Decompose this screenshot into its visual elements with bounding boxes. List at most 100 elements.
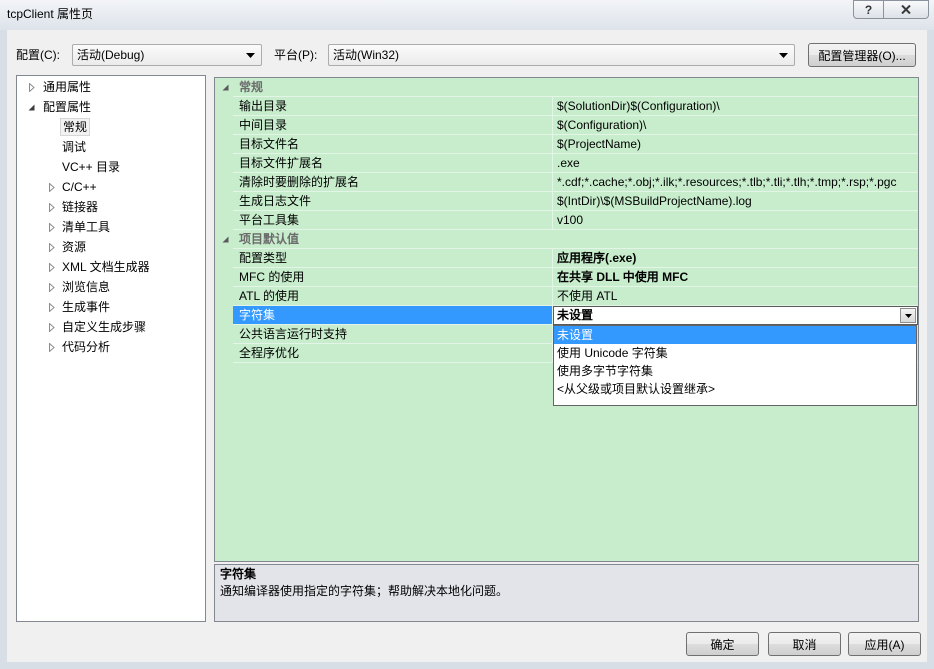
property-value[interactable]: 不使用 ATL <box>553 287 918 306</box>
dropdown-option[interactable]: <从父级或项目默认设置继承> <box>554 380 916 398</box>
category-general[interactable]: 常规 <box>215 78 918 97</box>
help-button[interactable]: ? <box>853 0 884 19</box>
charset-value-editor[interactable]: 未设置 <box>553 306 918 325</box>
property-grid[interactable]: 常规 输出目录 $(SolutionDir)$(Configuration)\ … <box>214 77 919 562</box>
property-name[interactable]: 清除时要删除的扩展名 <box>233 173 553 192</box>
tree-item-resources[interactable]: 资源 <box>17 237 205 257</box>
property-name[interactable]: 生成日志文件 <box>233 192 553 211</box>
row-gutter <box>215 154 233 173</box>
cancel-button[interactable]: 取消 <box>768 632 841 656</box>
tree-item-code-analysis[interactable]: 代码分析 <box>17 337 205 357</box>
prop-row-platform-toolset[interactable]: 平台工具集 v100 <box>215 211 918 230</box>
property-tree[interactable]: 通用属性 配置属性 常规 调试 VC++ 目录 C/C++ 链接器 清单工具 资… <box>16 75 206 622</box>
tree-item-debugging[interactable]: 调试 <box>17 137 205 157</box>
property-value[interactable]: $(IntDir)\$(MSBuildProjectName).log <box>553 192 918 211</box>
property-name[interactable]: MFC 的使用 <box>233 268 553 287</box>
property-name[interactable]: 字符集 <box>233 306 553 325</box>
dropdown-option[interactable]: 未设置 <box>554 326 916 344</box>
row-gutter <box>215 249 233 268</box>
property-name[interactable]: 目标文件名 <box>233 135 553 154</box>
tree-item-custom-build-step[interactable]: 自定义生成步骤 <box>17 317 205 337</box>
tree-item-label: 常规 <box>60 118 91 136</box>
tree-item-xml-document-generator[interactable]: XML 文档生成器 <box>17 257 205 277</box>
property-name[interactable]: 平台工具集 <box>233 211 553 230</box>
property-name[interactable]: 配置类型 <box>233 249 553 268</box>
prop-row-intermediate-directory[interactable]: 中间目录 $(Configuration)\ <box>215 116 918 135</box>
property-name[interactable]: 目标文件扩展名 <box>233 154 553 173</box>
prop-row-extensions-to-delete[interactable]: 清除时要删除的扩展名 *.cdf;*.cache;*.obj;*.ilk;*.r… <box>215 173 918 192</box>
collapsed-arrow-icon[interactable] <box>47 243 56 252</box>
tree-item-linker[interactable]: 链接器 <box>17 197 205 217</box>
description-panel: 字符集 通知编译器使用指定的字符集；帮助解决本地化问题。 <box>214 564 919 622</box>
property-value[interactable]: $(SolutionDir)$(Configuration)\ <box>553 97 918 116</box>
property-value[interactable]: 在共享 DLL 中使用 MFC <box>553 268 918 287</box>
tree-item-label: 自定义生成步骤 <box>62 320 147 334</box>
collapsed-arrow-icon[interactable] <box>47 203 56 212</box>
collapsed-arrow-icon[interactable] <box>47 323 56 332</box>
config-label: 配置(C): <box>16 48 60 62</box>
row-gutter <box>215 192 233 211</box>
platform-select[interactable]: 活动(Win32) <box>328 44 795 66</box>
charset-dropdown-list[interactable]: 未设置 使用 Unicode 字符集 使用多字节字符集 <从父级或项目默认设置继… <box>553 325 917 406</box>
property-value[interactable]: $(ProjectName) <box>553 135 918 154</box>
tree-item-label: 链接器 <box>62 200 99 214</box>
prop-row-target-extension[interactable]: 目标文件扩展名 .exe <box>215 154 918 173</box>
title-bar[interactable]: tcpClient 属性页 ? <box>0 0 934 30</box>
expanded-arrow-icon[interactable] <box>221 83 230 92</box>
tree-item-manifest-tool[interactable]: 清单工具 <box>17 217 205 237</box>
prop-row-configuration-type[interactable]: 配置类型 应用程序(.exe) <box>215 249 918 268</box>
config-select-value: 活动(Debug) <box>77 48 145 62</box>
tree-item-label: 浏览信息 <box>62 280 111 294</box>
collapsed-arrow-icon[interactable] <box>27 83 36 92</box>
expanded-arrow-icon[interactable] <box>221 235 230 244</box>
property-name[interactable]: 全程序优化 <box>233 344 553 363</box>
property-value[interactable]: v100 <box>553 211 918 230</box>
config-manager-button[interactable]: 配置管理器(O)... <box>808 43 916 67</box>
prop-row-use-of-mfc[interactable]: MFC 的使用 在共享 DLL 中使用 MFC <box>215 268 918 287</box>
property-value[interactable]: 应用程序(.exe) <box>553 249 918 268</box>
property-name[interactable]: 公共语言运行时支持 <box>233 325 553 344</box>
config-select[interactable]: 活动(Debug) <box>72 44 262 66</box>
close-button[interactable] <box>884 0 929 19</box>
tree-item-common-properties[interactable]: 通用属性 <box>17 77 205 97</box>
property-name[interactable]: 中间目录 <box>233 116 553 135</box>
dropdown-option[interactable]: 使用 Unicode 字符集 <box>554 344 916 362</box>
ok-button[interactable]: 确定 <box>686 632 759 656</box>
row-gutter <box>215 268 233 287</box>
collapsed-arrow-icon[interactable] <box>47 303 56 312</box>
row-gutter <box>215 135 233 154</box>
collapsed-arrow-icon[interactable] <box>47 343 56 352</box>
prop-row-build-log-file[interactable]: 生成日志文件 $(IntDir)\$(MSBuildProjectName).l… <box>215 192 918 211</box>
prop-row-use-of-atl[interactable]: ATL 的使用 不使用 ATL <box>215 287 918 306</box>
charset-dropdown-button[interactable] <box>900 308 916 323</box>
prop-row-character-set[interactable]: 字符集 未设置 <box>215 306 918 325</box>
tree-item-c-cpp[interactable]: C/C++ <box>17 177 205 197</box>
chevron-down-icon <box>904 313 912 318</box>
collapsed-arrow-icon[interactable] <box>47 223 56 232</box>
property-value[interactable]: .exe <box>553 154 918 173</box>
property-value[interactable]: $(Configuration)\ <box>553 116 918 135</box>
collapsed-arrow-icon[interactable] <box>47 183 56 192</box>
prop-row-output-directory[interactable]: 输出目录 $(SolutionDir)$(Configuration)\ <box>215 97 918 116</box>
tree-item-label: 清单工具 <box>62 220 111 234</box>
row-gutter <box>215 173 233 192</box>
chevron-down-icon <box>779 53 788 58</box>
tree-item-configuration-properties[interactable]: 配置属性 <box>17 97 205 117</box>
dropdown-option[interactable]: 使用多字节字符集 <box>554 362 916 380</box>
tree-item-build-events[interactable]: 生成事件 <box>17 297 205 317</box>
tree-item-label: XML 文档生成器 <box>62 260 150 274</box>
property-name[interactable]: 输出目录 <box>233 97 553 116</box>
property-value[interactable]: *.cdf;*.cache;*.obj;*.ilk;*.resources;*.… <box>553 173 918 192</box>
expanded-arrow-icon[interactable] <box>27 103 36 112</box>
category-project-defaults[interactable]: 项目默认值 <box>215 230 918 249</box>
tree-item-vc-directories[interactable]: VC++ 目录 <box>17 157 205 177</box>
tree-item-label: VC++ 目录 <box>62 160 121 174</box>
tree-item-general[interactable]: 常规 <box>17 117 205 137</box>
tree-item-browse-information[interactable]: 浏览信息 <box>17 277 205 297</box>
property-name[interactable]: ATL 的使用 <box>233 287 553 306</box>
apply-button[interactable]: 应用(A) <box>848 632 921 656</box>
prop-row-target-name[interactable]: 目标文件名 $(ProjectName) <box>215 135 918 154</box>
row-gutter <box>215 211 233 230</box>
collapsed-arrow-icon[interactable] <box>47 283 56 292</box>
collapsed-arrow-icon[interactable] <box>47 263 56 272</box>
